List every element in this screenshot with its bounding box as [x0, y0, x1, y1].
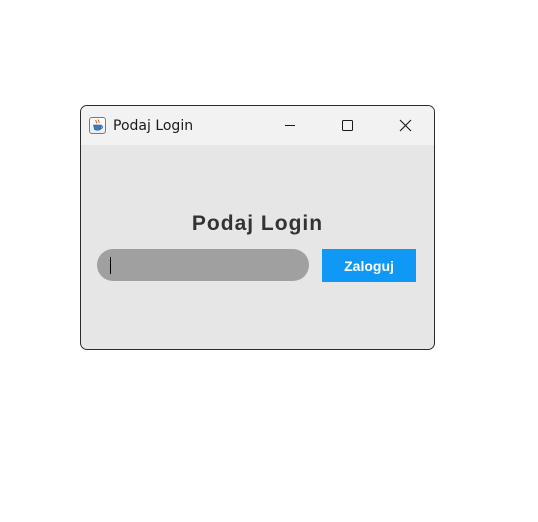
login-input[interactable] — [97, 249, 309, 281]
minimize-icon — [285, 125, 295, 126]
page-title: Podaj Login — [191, 212, 324, 235]
minimize-button[interactable] — [261, 106, 319, 145]
login-button[interactable]: Zaloguj — [322, 249, 416, 282]
maximize-button[interactable] — [318, 106, 376, 145]
login-window: Podaj Login Podaj Login Zaloguj — [81, 106, 434, 349]
window-title: Podaj Login — [113, 118, 194, 134]
title-bar[interactable]: Podaj Login — [81, 106, 434, 145]
close-icon — [399, 119, 412, 132]
text-caret — [110, 257, 111, 274]
close-button[interactable] — [376, 106, 434, 145]
java-cup-icon — [89, 117, 106, 134]
content-pane: Podaj Login Zaloguj — [81, 145, 434, 349]
maximize-icon — [342, 120, 353, 131]
